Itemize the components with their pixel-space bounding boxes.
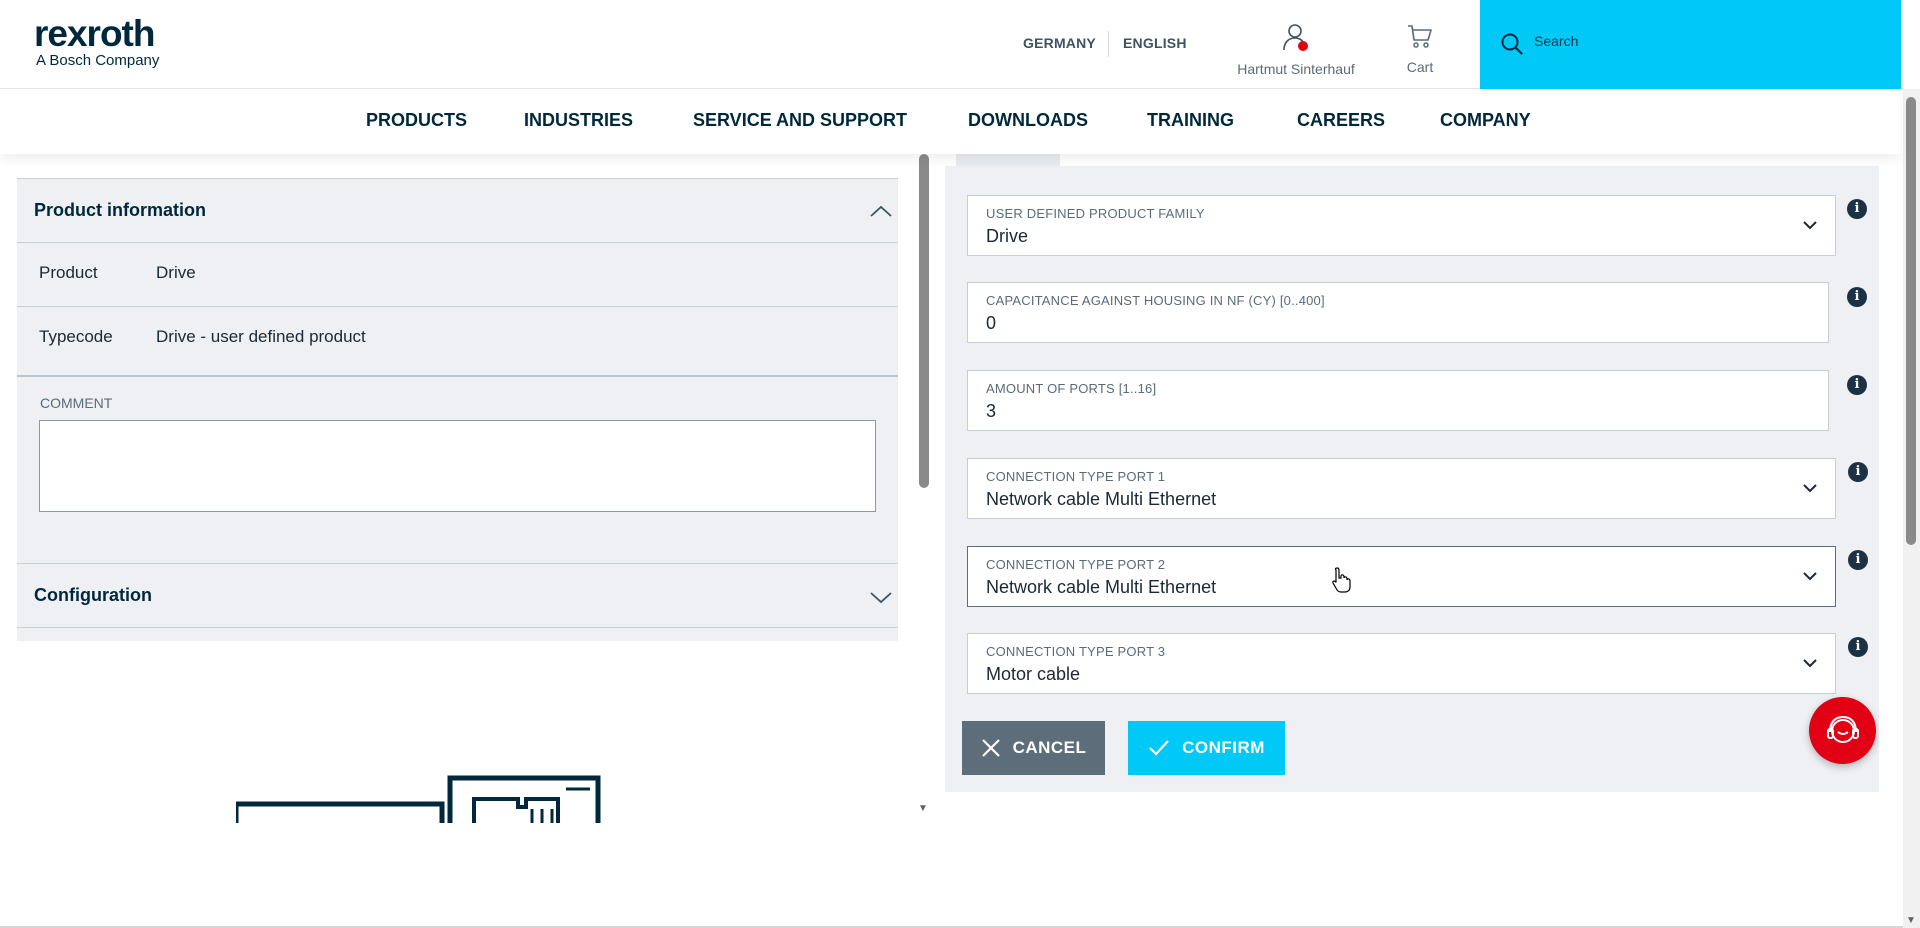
country-selector[interactable]: GERMANY <box>1023 35 1096 51</box>
nav-careers[interactable]: CAREERS <box>1297 110 1385 131</box>
left-scrollbar[interactable]: ▼ <box>918 154 930 814</box>
field-label: CONNECTION TYPE PORT 2 <box>986 557 1166 572</box>
form-tab[interactable] <box>956 154 1060 166</box>
product-key: Product <box>39 263 98 282</box>
confirm-button[interactable]: CONFIRM <box>1128 721 1285 775</box>
product-info-panel: Product information Product Drive Typeco… <box>17 178 898 641</box>
support-chat-button[interactable] <box>1809 697 1876 764</box>
capacitance-input[interactable]: CAPACITANCE AGAINST HOUSING IN NF (CY) [… <box>967 282 1829 343</box>
chat-icon <box>1826 715 1859 743</box>
comment-label: COMMENT <box>40 395 113 411</box>
scroll-down-arrow-icon[interactable]: ▼ <box>1906 915 1916 926</box>
info-icon[interactable]: i <box>1848 550 1868 570</box>
chevron-down-icon <box>1803 572 1817 581</box>
connection-type-port-2-select[interactable]: CONNECTION TYPE PORT 2 Network cable Mul… <box>967 546 1836 607</box>
cart-icon <box>1408 25 1432 48</box>
language-divider <box>1108 31 1109 57</box>
chevron-down-icon <box>1803 659 1817 668</box>
user-name: Hartmut Sinterhauf <box>1237 61 1355 77</box>
confirm-label: CONFIRM <box>1182 738 1265 757</box>
nav-downloads[interactable]: DOWNLOADS <box>968 110 1088 131</box>
typecode-row: Typecode Drive - user defined product <box>17 307 898 377</box>
main-navigation: PRODUCTS INDUSTRIES SERVICE AND SUPPORT … <box>0 90 1901 154</box>
nav-company[interactable]: COMPANY <box>1440 110 1531 131</box>
nav-training[interactable]: TRAINING <box>1147 110 1234 131</box>
site-header: rexroth A Bosch Company GERMANY ENGLISH … <box>0 0 1901 89</box>
search-bar[interactable] <box>1480 0 1901 89</box>
logo-subtitle: A Bosch Company <box>36 52 160 69</box>
nav-industries[interactable]: INDUSTRIES <box>524 110 633 131</box>
configuration-title: Configuration <box>34 585 152 605</box>
cancel-button[interactable]: CANCEL <box>962 721 1105 775</box>
product-information-title: Product information <box>34 200 206 220</box>
mouse-cursor-icon <box>1332 567 1351 593</box>
chevron-down-icon <box>1803 484 1817 493</box>
product-information-header[interactable]: Product information <box>17 178 898 243</box>
product-drawing-image <box>236 775 601 823</box>
field-value: Motor cable <box>986 664 1081 684</box>
rexroth-logo[interactable]: rexroth A Bosch Company <box>34 13 160 70</box>
cart-link[interactable]: Cart <box>1395 22 1445 75</box>
chevron-down-icon[interactable] <box>868 584 894 610</box>
close-icon <box>981 739 1000 757</box>
search-icon[interactable] <box>1500 32 1524 56</box>
left-scrollbar-thumb[interactable] <box>919 154 929 488</box>
typecode-key: Typecode <box>39 327 113 346</box>
field-value: Network cable Multi Ethernet <box>986 577 1217 597</box>
connection-type-port-1-select[interactable]: CONNECTION TYPE PORT 1 Network cable Mul… <box>967 458 1836 519</box>
product-family-select[interactable]: USER DEFINED PRODUCT FAMILY Drive <box>967 195 1836 256</box>
product-value: Drive <box>156 263 196 282</box>
scroll-down-arrow-icon[interactable]: ▼ <box>918 803 928 814</box>
field-value: Drive <box>986 226 1029 246</box>
info-icon[interactable]: i <box>1847 375 1867 395</box>
search-input[interactable] <box>1534 33 1874 49</box>
language-selector[interactable]: ENGLISH <box>1123 35 1187 51</box>
page-scrollbar-thumb[interactable] <box>1906 97 1916 545</box>
page-scrollbar[interactable]: ▼ <box>1903 89 1920 928</box>
info-icon[interactable]: i <box>1847 287 1867 307</box>
cart-label: Cart <box>1406 59 1434 75</box>
field-label: CONNECTION TYPE PORT 1 <box>986 469 1166 484</box>
product-row: Product Drive <box>17 243 898 307</box>
field-label: AMOUNT OF PORTS [1..16] <box>986 381 1157 396</box>
info-icon[interactable]: i <box>1847 199 1867 219</box>
info-icon[interactable]: i <box>1848 462 1868 482</box>
field-label: CONNECTION TYPE PORT 3 <box>986 644 1166 659</box>
info-icon[interactable]: i <box>1848 637 1868 657</box>
field-value: Network cable Multi Ethernet <box>986 489 1217 509</box>
field-value: 3 <box>986 401 997 421</box>
nav-service-and-support[interactable]: SERVICE AND SUPPORT <box>693 110 907 131</box>
chevron-up-icon[interactable] <box>868 199 894 225</box>
check-icon <box>1149 740 1169 756</box>
configuration-form: USER DEFINED PRODUCT FAMILY Drive i CAPA… <box>945 166 1879 792</box>
comment-textarea[interactable] <box>39 420 876 512</box>
user-icon <box>1283 24 1308 51</box>
configuration-header[interactable]: Configuration <box>17 563 898 628</box>
connection-type-port-3-select[interactable]: CONNECTION TYPE PORT 3 Motor cable <box>967 633 1836 694</box>
user-account[interactable]: Hartmut Sinterhauf <box>1234 22 1358 77</box>
typecode-value: Drive - user defined product <box>156 327 366 346</box>
nav-products[interactable]: PRODUCTS <box>366 110 467 131</box>
amount-of-ports-input[interactable]: AMOUNT OF PORTS [1..16] 3 <box>967 370 1829 431</box>
field-label: USER DEFINED PRODUCT FAMILY <box>986 206 1205 221</box>
logo-wordmark: rexroth <box>34 13 155 54</box>
cancel-label: CANCEL <box>1012 738 1087 757</box>
field-value: 0 <box>986 313 997 333</box>
chevron-down-icon <box>1803 221 1817 230</box>
field-label: CAPACITANCE AGAINST HOUSING IN NF (CY) [… <box>986 293 1325 308</box>
